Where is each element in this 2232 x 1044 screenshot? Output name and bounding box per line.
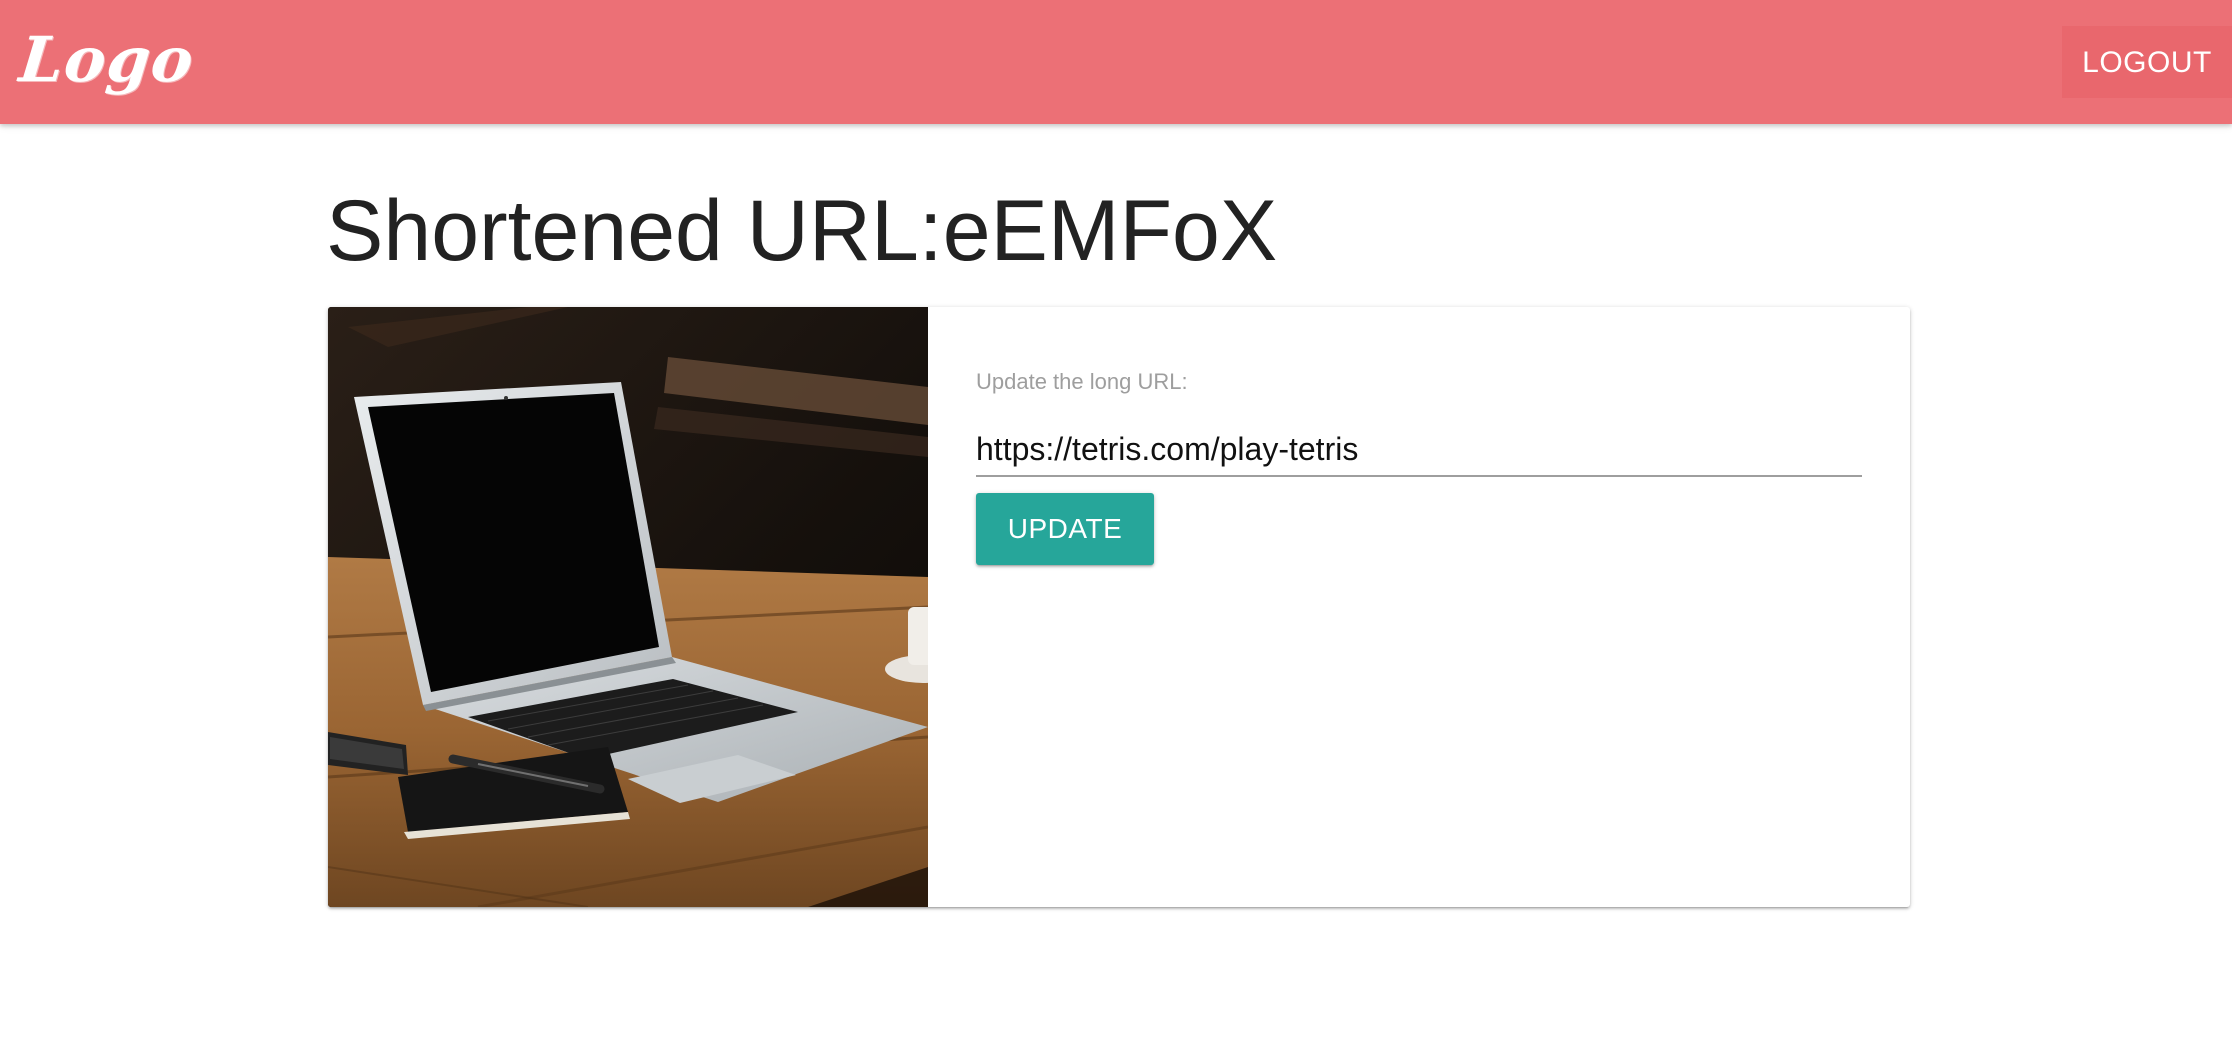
long-url-input[interactable] bbox=[976, 423, 1862, 477]
url-card: Update the long URL: UPDATE bbox=[328, 307, 1910, 907]
update-button[interactable]: UPDATE bbox=[976, 493, 1154, 565]
long-url-label: Update the long URL: bbox=[976, 369, 1188, 394]
top-navbar: Logo LOGOUT bbox=[0, 0, 2232, 124]
page-title: Shortened URL:eEMFoX bbox=[326, 183, 1278, 279]
update-form: Update the long URL: UPDATE bbox=[976, 367, 1862, 565]
logout-button[interactable]: LOGOUT bbox=[2062, 26, 2232, 98]
laptop-photo bbox=[328, 307, 928, 907]
brand-logo[interactable]: Logo bbox=[16, 20, 198, 100]
